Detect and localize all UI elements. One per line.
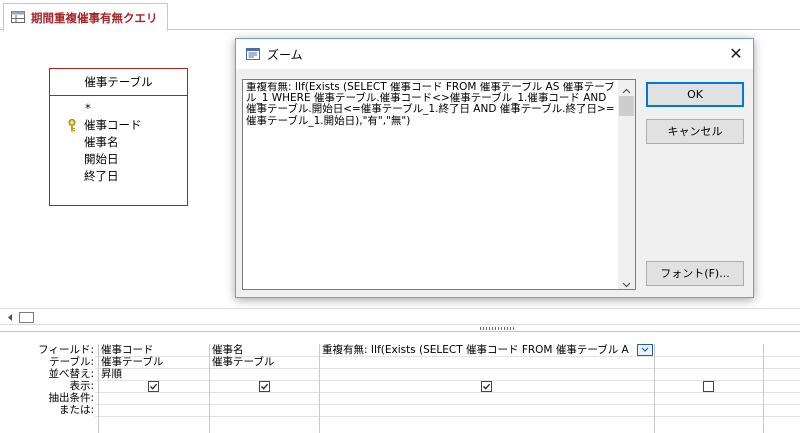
zoom-vertical-scrollbar[interactable] (618, 80, 635, 289)
grid-column-divider (98, 344, 99, 433)
grid-cell-field-3[interactable]: 重複有無: IIf(Exists (SELECT 催事コード FROM 催事テー… (322, 344, 635, 356)
grid-column-divider (319, 344, 320, 433)
grid-column-divider (209, 344, 210, 433)
grid-row-divider (95, 392, 800, 393)
splitter-grip[interactable] (480, 327, 516, 330)
field-list-window[interactable]: 催事テーブル * 催事コード 催事名 開始日 終了日 (49, 68, 188, 206)
field-list-item-end[interactable]: 終了日 (50, 168, 187, 185)
field-list-items: * 催事コード 催事名 開始日 終了日 (50, 96, 187, 185)
grid-cell-field-2[interactable]: 催事名 (212, 344, 317, 356)
query-icon (11, 11, 25, 23)
query-design-grid: フィールド: テーブル: 並べ替え: 表示: 抽出条件: または: 催事コード … (0, 331, 800, 433)
query-document-tab[interactable]: 期間重複催事有無クエリ (3, 3, 168, 31)
grid-row-divider (95, 416, 800, 417)
grid-cell-sort-1[interactable]: 昇順 (101, 368, 207, 380)
grid-column-divider (763, 344, 764, 433)
zoom-expression-textbox[interactable]: 重複有無: IIf(Exists (SELECT 催事コード FROM 催事テー… (242, 79, 636, 290)
field-list-item-all[interactable]: * (50, 100, 187, 117)
row-label-or: または: (58, 404, 94, 416)
query-tab-title: 期間重複催事有無クエリ (31, 11, 158, 25)
show-checkbox-1[interactable] (148, 381, 159, 392)
vertical-scroll-thumb[interactable] (619, 96, 634, 116)
cancel-button[interactable]: キャンセル (646, 119, 744, 144)
field-list-item-start[interactable]: 開始日 (50, 151, 187, 168)
key-icon (68, 119, 76, 132)
row-label-show: 表示: (69, 380, 94, 392)
scroll-up-arrow-icon[interactable] (622, 84, 631, 94)
show-checkbox-3[interactable] (481, 381, 492, 392)
scroll-down-arrow-icon[interactable] (622, 278, 631, 288)
close-icon[interactable]: ✕ (719, 39, 753, 69)
horizontal-scroll-thumb[interactable] (19, 312, 34, 323)
row-label-field: フィールド: (38, 344, 94, 356)
show-checkbox-4[interactable] (703, 381, 714, 392)
scroll-left-arrow-icon[interactable] (4, 312, 16, 323)
field-name: 催事コード (84, 118, 142, 132)
zoom-window-icon (246, 48, 260, 60)
grid-row-divider (95, 404, 800, 405)
zoom-dialog: ズーム ✕ 重複有無: IIf(Exists (SELECT 催事コード FRO… (235, 38, 754, 298)
grid-row-divider (95, 380, 800, 381)
field-list-title[interactable]: 催事テーブル (50, 69, 187, 96)
grid-cell-table-2[interactable]: 催事テーブル (212, 356, 317, 368)
upper-horizontal-scrollbar[interactable] (0, 308, 800, 325)
grid-column-divider (654, 344, 655, 433)
font-button[interactable]: フォント(F)... (646, 261, 744, 286)
dialog-titlebar[interactable]: ズーム ✕ (236, 39, 753, 69)
expression-text[interactable]: 重複有無: IIf(Exists (SELECT 催事コード FROM 催事テー… (246, 82, 618, 287)
grid-cell-table-1[interactable]: 催事テーブル (101, 356, 207, 368)
dialog-title: ズーム (267, 48, 303, 62)
field-list-item-name[interactable]: 催事名 (50, 134, 187, 151)
row-label-criteria: 抽出条件: (48, 392, 94, 404)
show-checkbox-2[interactable] (259, 381, 270, 392)
row-label-sort: 並べ替え: (48, 368, 94, 380)
field-dropdown-button[interactable] (637, 344, 653, 356)
grid-cell-field-1[interactable]: 催事コード (101, 344, 207, 356)
row-label-table: テーブル: (49, 356, 94, 368)
ok-button[interactable]: OK (646, 82, 744, 107)
document-tab-strip: 期間重複催事有無クエリ (0, 0, 800, 31)
field-list-item-code[interactable]: 催事コード (50, 117, 187, 134)
